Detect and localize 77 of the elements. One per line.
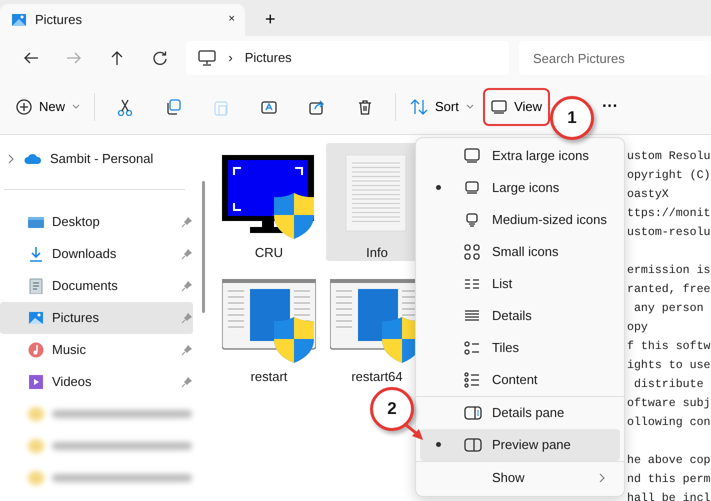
file-item[interactable]: restart <box>218 267 320 385</box>
preview-text-line: ights to use <box>627 358 711 374</box>
pane-icon <box>464 437 482 453</box>
search-field[interactable]: Search Pictures <box>519 41 711 75</box>
plus-circle-icon <box>16 99 32 115</box>
more-button[interactable]: ··· <box>594 90 626 124</box>
tiles-icon <box>464 340 480 356</box>
music-note-icon <box>28 342 44 358</box>
rename-icon[interactable] <box>261 98 278 116</box>
video-icon <box>28 374 44 390</box>
preview-text-line: he above cop <box>627 453 711 469</box>
tab-title: Pictures <box>35 11 83 30</box>
picture-icon <box>28 310 44 326</box>
download-icon <box>28 246 44 262</box>
sidebar-item[interactable]: Sambit - Personal <box>0 143 193 175</box>
monitor-icon <box>464 212 480 228</box>
menu-item[interactable]: Details pane <box>420 397 620 429</box>
preview-text-line: nd this perm <box>627 472 711 488</box>
preview-text-line: distribute <box>632 377 705 393</box>
menu-item[interactable]: Show <box>420 462 620 494</box>
monitor-icon <box>464 148 480 164</box>
chevron-right-icon[interactable] <box>6 154 16 164</box>
file-item[interactable]: CRU <box>218 143 320 261</box>
window-icon <box>491 100 508 114</box>
arrow-icon <box>405 424 423 440</box>
preview-text-line: any person <box>632 301 705 317</box>
sort-button[interactable]: Sort <box>402 90 482 124</box>
scrollbar-thumb[interactable] <box>202 181 205 313</box>
new-button[interactable]: New <box>8 90 88 124</box>
refresh-icon[interactable] <box>152 50 168 66</box>
sidebar-item[interactable]: Documents <box>0 270 193 302</box>
preview-text-line: opy <box>627 320 649 336</box>
document-icon <box>28 278 44 294</box>
cloud-icon <box>24 153 42 165</box>
scissors-icon[interactable] <box>117 98 134 116</box>
monitor-icon <box>464 180 480 196</box>
preview-text-line: opyright (C) <box>627 168 711 184</box>
picture-icon <box>11 12 27 28</box>
preview-text-line: f this softw <box>627 339 711 355</box>
pane-icon <box>464 405 482 421</box>
grid-icon <box>464 244 480 260</box>
preview-text-line: ustom-resolu <box>627 225 711 241</box>
sidebar-item[interactable]: Videos <box>0 366 193 398</box>
tab[interactable]: Pictures × <box>0 4 245 36</box>
monitor-shield-icon <box>222 155 316 239</box>
preview-text-line: ranted, free <box>627 282 711 298</box>
step-number-badge: 2 <box>370 387 414 431</box>
sidebar-item[interactable]: Downloads <box>0 238 193 270</box>
copy-icon[interactable] <box>165 98 182 116</box>
preview-text-line: ustom Resolu <box>627 149 711 165</box>
sidebar-item[interactable]: Desktop <box>0 206 193 238</box>
sidebar-item[interactable]: Music <box>0 334 193 366</box>
view-button[interactable]: View <box>485 90 548 124</box>
path-segment[interactable]: Pictures <box>244 48 292 68</box>
preview-text-line: hall be incl <box>627 491 711 501</box>
close-button[interactable]: × <box>228 11 235 29</box>
preview-text-line: oastyX <box>627 187 670 203</box>
chevron-right-icon <box>598 473 606 483</box>
preview-text-line: ttps://monit <box>627 206 711 222</box>
app-window-shield-icon <box>222 279 316 363</box>
trash-icon[interactable] <box>357 98 374 116</box>
address-field[interactable]: › Pictures <box>186 41 509 75</box>
path-separator: › <box>228 49 233 68</box>
monitor-icon <box>198 50 216 66</box>
new-tab-button[interactable]: + <box>257 6 284 33</box>
sidebar-item[interactable]: Pictures <box>0 302 193 334</box>
caret-icon <box>466 104 474 110</box>
preview-text-line: oftware subj <box>627 396 711 412</box>
share-icon[interactable] <box>309 98 326 116</box>
content-icon <box>464 372 480 388</box>
menu-item[interactable]: Preview pane <box>420 429 620 461</box>
preview-text-line: ermission is <box>627 263 711 279</box>
preview-text-line: ollowing con <box>627 415 711 431</box>
caret-icon <box>72 104 80 110</box>
sort-arrows-icon <box>410 99 428 115</box>
back-arrow-icon[interactable] <box>23 50 40 66</box>
desktop-folder-icon <box>28 214 44 230</box>
